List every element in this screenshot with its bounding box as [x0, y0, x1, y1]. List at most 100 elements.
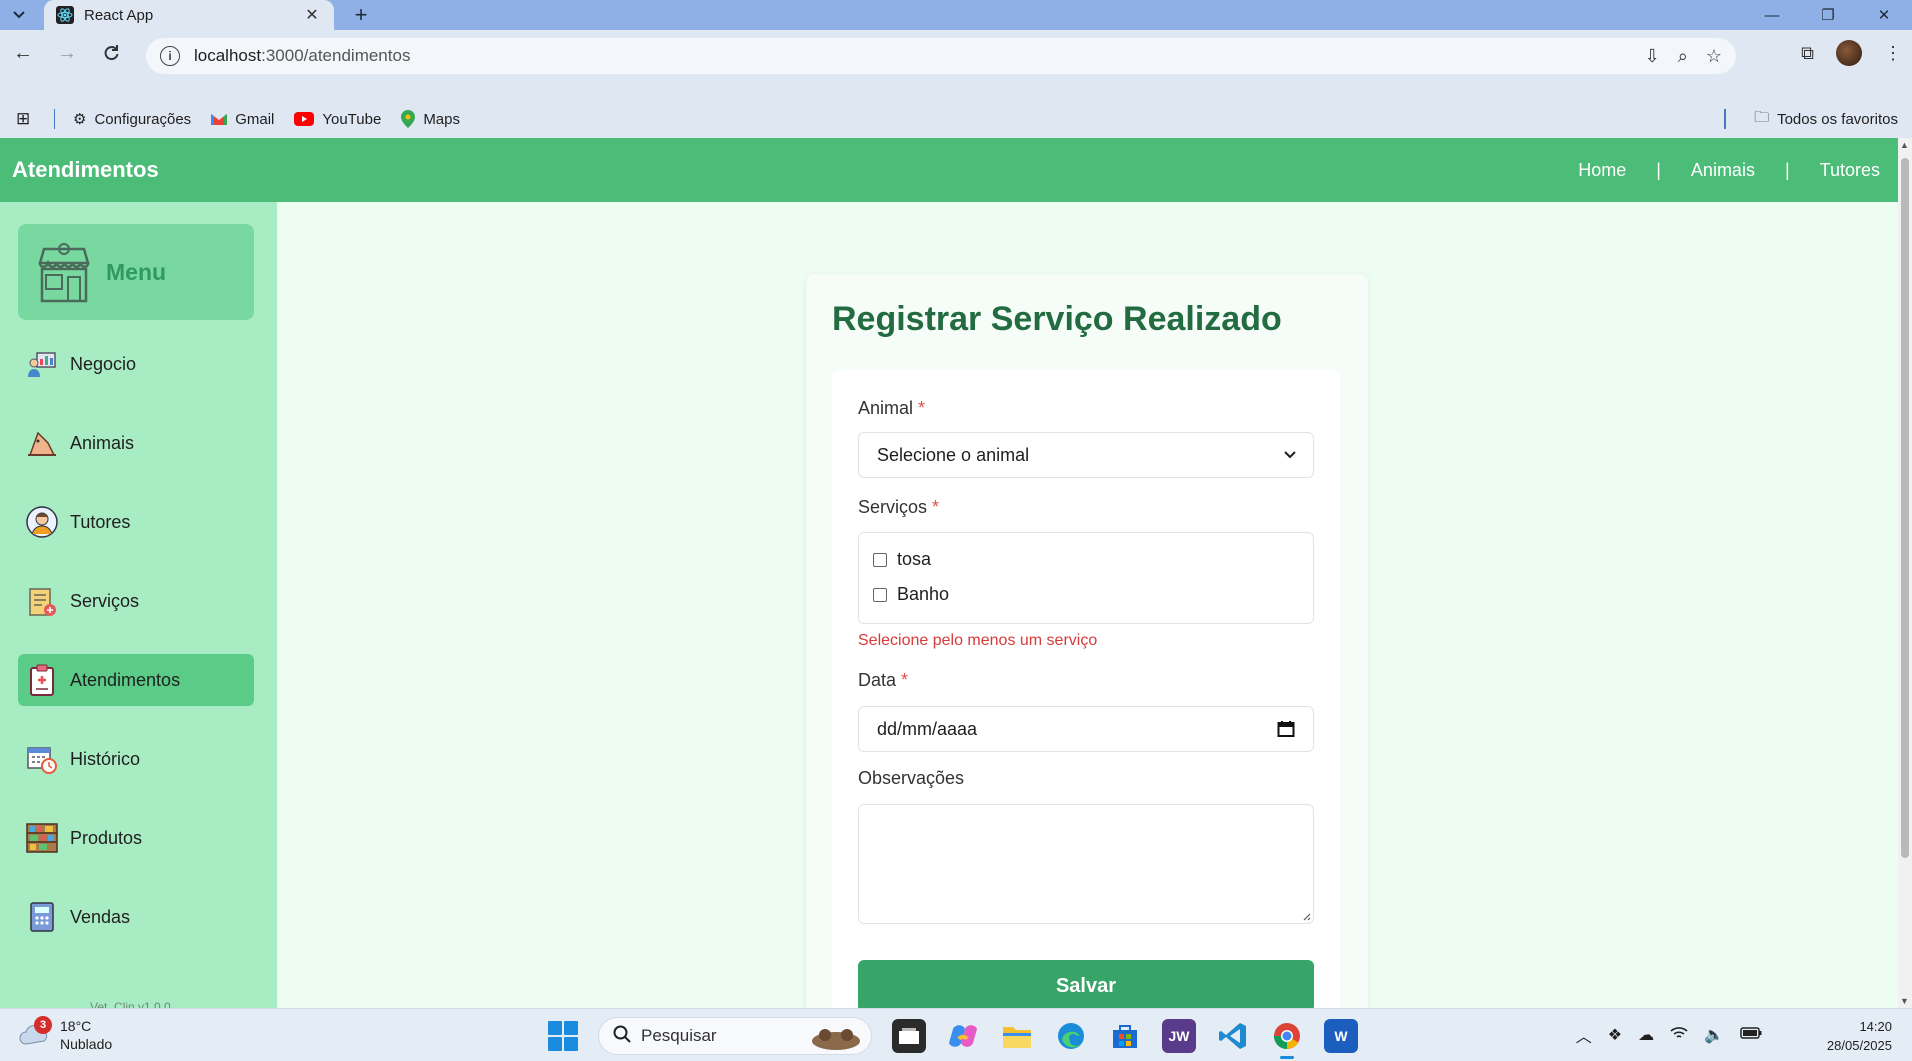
- extensions-icon[interactable]: ⧉: [1801, 43, 1814, 64]
- business-icon: [26, 348, 58, 380]
- copilot-icon[interactable]: [946, 1019, 980, 1053]
- onedrive-icon[interactable]: ☁: [1638, 1025, 1654, 1045]
- chrome-icon[interactable]: [1270, 1019, 1304, 1059]
- scroll-down-icon[interactable]: ▼: [1900, 996, 1909, 1006]
- all-bookmarks[interactable]: 🗀 Todos os favoritos: [1754, 100, 1898, 138]
- close-tab-icon[interactable]: ✕: [302, 5, 322, 25]
- bookmark-label: YouTube: [322, 110, 382, 128]
- bookmark-configuracoes[interactable]: ⚙ Configurações: [73, 110, 192, 129]
- sidebar-item-vendas[interactable]: Vendas: [18, 891, 254, 943]
- bookmark-star-icon[interactable]: ☆: [1706, 46, 1722, 67]
- reload-icon: [104, 45, 119, 61]
- address-bar[interactable]: i localhost:3000/atendimentos ⇩ ⌕ ☆: [146, 38, 1736, 74]
- file-explorer-icon[interactable]: [1000, 1019, 1034, 1053]
- sidebar-item-produtos[interactable]: Produtos: [18, 812, 254, 864]
- nav-separator: |: [1656, 159, 1661, 180]
- animal-icon: [26, 427, 58, 459]
- task-view-icon[interactable]: [892, 1019, 926, 1053]
- page-scrollbar[interactable]: ▲ ▼: [1898, 138, 1912, 1008]
- site-info-icon[interactable]: i: [160, 46, 180, 66]
- animal-select-value: Selecione o animal: [877, 444, 1030, 465]
- close-window-button[interactable]: ✕: [1856, 0, 1912, 30]
- resize-handle-icon[interactable]: [1301, 911, 1311, 921]
- sales-icon: [26, 901, 58, 933]
- sidebar-item-label: Vendas: [70, 906, 131, 927]
- sidebar-item-atendimentos[interactable]: Atendimentos: [18, 654, 254, 706]
- taskbar-search[interactable]: Pesquisar: [598, 1017, 872, 1055]
- reload-button[interactable]: [96, 38, 126, 68]
- maps-icon: [401, 110, 416, 128]
- sidebar-item-negocio[interactable]: Negocio: [18, 338, 254, 390]
- profile-avatar[interactable]: [1836, 40, 1862, 66]
- restore-button[interactable]: ❐: [1800, 0, 1856, 30]
- install-app-icon[interactable]: ⇩: [1645, 46, 1660, 67]
- bookmark-youtube[interactable]: YouTube: [294, 111, 381, 128]
- clock-date: 28/05/2025: [1826, 1038, 1892, 1053]
- service-checkbox[interactable]: [873, 587, 887, 602]
- services-error-message: Selecione pelo menos um serviço: [858, 632, 1098, 649]
- store-app-icon[interactable]: [1108, 1019, 1142, 1053]
- service-option-label: Banho: [897, 584, 950, 604]
- sidebar-item-tutores[interactable]: Tutores: [18, 496, 254, 548]
- page-title: Atendimentos: [12, 157, 159, 182]
- save-button[interactable]: Salvar: [858, 960, 1314, 1008]
- nav-link-home[interactable]: Home: [1578, 160, 1626, 181]
- date-label-text: Data: [858, 670, 897, 690]
- chevron-up-icon[interactable]: ︿: [1576, 1023, 1592, 1047]
- sidebar-item-historico[interactable]: Histórico: [18, 733, 254, 785]
- windows-start-icon[interactable]: [548, 1021, 578, 1051]
- services-checkbox-group: tosa Banho: [858, 532, 1314, 624]
- sidebar-item-animais[interactable]: Animais: [18, 417, 254, 469]
- battery-icon[interactable]: [1740, 1026, 1762, 1044]
- service-checkbox[interactable]: [873, 552, 887, 567]
- weather-text: 18°C Nublado: [60, 1017, 112, 1053]
- menu-label: Menu: [106, 258, 167, 285]
- tab-list-button[interactable]: [6, 4, 32, 26]
- date-input[interactable]: dd/mm/aaaa: [858, 706, 1314, 752]
- notes-textarea[interactable]: [858, 804, 1314, 924]
- zoom-icon[interactable]: ⌕: [1678, 46, 1688, 67]
- clock-time: 14:20: [1859, 1019, 1892, 1034]
- volume-icon[interactable]: 🔈: [1704, 1025, 1724, 1045]
- dropbox-icon[interactable]: ❖: [1608, 1025, 1622, 1045]
- weather-temp: 18°C: [60, 1018, 92, 1034]
- search-highlight-icon: [812, 1029, 860, 1050]
- weather-widget[interactable]: 3 18°C Nublado: [18, 1016, 112, 1053]
- scroll-up-icon[interactable]: ▲: [1900, 140, 1909, 150]
- jw-app-icon[interactable]: JW: [1162, 1019, 1196, 1053]
- bookmark-gmail[interactable]: Gmail: [211, 111, 274, 128]
- apps-grid-icon[interactable]: ⊞: [16, 109, 38, 129]
- new-tab-button[interactable]: +: [348, 2, 374, 28]
- bookmark-maps[interactable]: Maps: [401, 110, 460, 128]
- window-controls: — ❐ ✕: [1744, 0, 1912, 30]
- sidebar-item-label: Produtos: [70, 827, 143, 848]
- vscode-icon[interactable]: [1216, 1019, 1250, 1053]
- required-mark: *: [918, 398, 926, 418]
- bookmark-label: Configurações: [94, 110, 192, 128]
- forward-button[interactable]: →: [52, 38, 82, 68]
- sidebar-item-servicos[interactable]: Serviços: [18, 575, 254, 627]
- edge-icon[interactable]: [1054, 1019, 1088, 1053]
- cloud-icon: 3: [18, 1016, 52, 1048]
- service-option-label: tosa: [897, 549, 932, 569]
- bookmark-label: Maps: [423, 110, 460, 128]
- nav-separator: |: [1784, 159, 1790, 180]
- system-clock[interactable]: 14:20 28/05/2025: [1827, 1017, 1892, 1055]
- wifi-icon[interactable]: [1670, 1026, 1688, 1045]
- back-button[interactable]: ←: [8, 38, 38, 68]
- animal-select[interactable]: Selecione o animal: [858, 432, 1314, 478]
- more-options-icon[interactable]: ⋮: [1884, 43, 1902, 64]
- calendar-picker-icon[interactable]: [1277, 720, 1295, 738]
- word-icon[interactable]: W: [1324, 1019, 1358, 1053]
- scrollbar-thumb[interactable]: [1901, 158, 1909, 858]
- service-option-tosa[interactable]: tosa: [873, 549, 931, 570]
- nav-link-tutores[interactable]: Tutores: [1820, 160, 1880, 181]
- react-icon: [56, 6, 74, 24]
- bookmarks-separator: [54, 109, 55, 129]
- service-option-banho[interactable]: Banho: [873, 584, 949, 605]
- nav-link-animais[interactable]: Animais: [1691, 160, 1755, 181]
- minimize-button[interactable]: —: [1744, 0, 1800, 30]
- tutor-icon: [26, 506, 58, 538]
- browser-tab[interactable]: React App ✕: [44, 0, 334, 30]
- services-label: Serviços *: [858, 497, 939, 518]
